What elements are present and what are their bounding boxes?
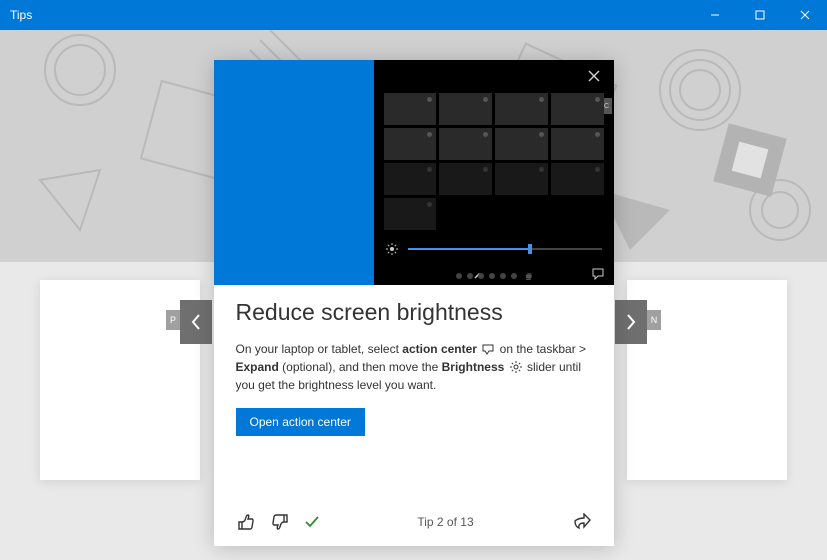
quick-action-tile [551,128,604,160]
quick-action-tile [495,93,548,125]
brightness-icon [510,361,522,373]
tip-card: C [214,60,614,546]
maximize-button[interactable] [737,0,782,30]
open-action-center-button[interactable]: Open action center [236,408,365,436]
illustration-action-center: C [374,60,614,285]
quick-action-tile [384,163,437,195]
caption-buttons [692,0,827,30]
window-title: Tips [10,8,32,22]
tip-description: On your laptop or tablet, select action … [236,340,592,394]
quick-action-tile [495,128,548,160]
quick-action-tile [439,93,492,125]
quick-action-tile [551,163,604,195]
quick-action-tile [439,128,492,160]
quick-action-tile [384,128,437,160]
tip-title: Reduce screen brightness [236,299,592,326]
quick-action-tile [384,198,437,230]
action-center-icon [482,344,494,355]
next-button[interactable] [615,300,647,344]
tip-footer: Tip 2 of 13 [214,500,614,546]
close-button[interactable] [782,0,827,30]
message-icon [592,268,604,280]
quick-action-tile [384,93,437,125]
tip-counter: Tip 2 of 13 [334,515,558,529]
prev-label: P [166,310,180,330]
tip-body: Reduce screen brightness On your laptop … [214,285,614,452]
previous-button[interactable] [180,300,212,344]
quick-action-tile [495,163,548,195]
slider-thumb-icon [528,244,532,254]
titlebar: Tips [0,0,827,30]
illustration-desktop [214,60,374,285]
brightness-icon [386,243,398,255]
content-area: P N C [0,30,827,560]
next-label: N [647,310,661,330]
close-icon [588,70,600,82]
thumbs-up-button[interactable] [236,512,256,532]
checkmark-icon[interactable] [304,514,320,530]
minimize-button[interactable] [692,0,737,30]
brightness-slider-row [386,243,602,255]
quick-action-tile [439,163,492,195]
thumbs-down-button[interactable] [270,512,290,532]
brightness-slider [408,248,602,250]
tip-illustration: C [214,60,614,285]
pagination-dots: ≡ [456,273,532,279]
share-button[interactable] [572,513,592,531]
quick-action-tile [551,93,604,125]
quick-action-tiles [384,93,604,230]
